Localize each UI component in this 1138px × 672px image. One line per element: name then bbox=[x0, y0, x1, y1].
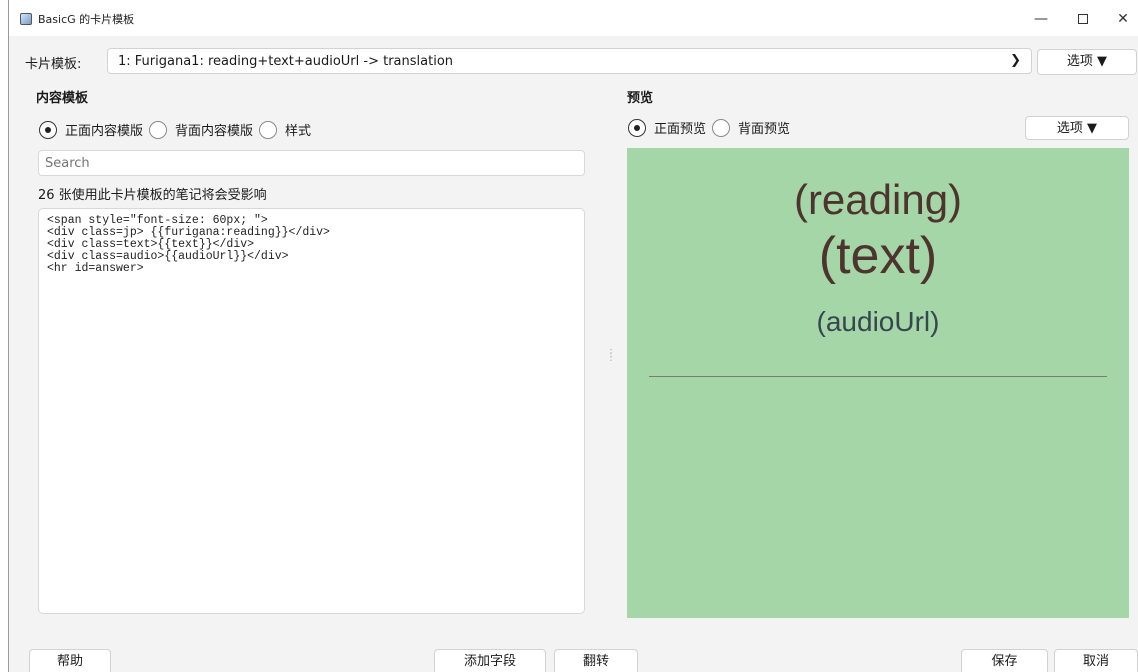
search-input[interactable] bbox=[38, 150, 585, 176]
window-title: BasicG 的卡片模板 bbox=[38, 13, 135, 26]
radio-back-template[interactable]: 背面内容模版 bbox=[149, 120, 253, 139]
splitter-handle[interactable]: ⋮ ⋮ bbox=[606, 349, 616, 368]
card-template-window: BasicG 的卡片模板 — ✕ 卡片模板: 1: Furigana1: rea… bbox=[9, 0, 1138, 672]
preview-audio: (audioUrl) bbox=[816, 306, 940, 337]
notes-affected-info: 26 张使用此卡片模板的笔记将会受影响 bbox=[38, 188, 267, 203]
chevron-down-icon: ❯ bbox=[1010, 53, 1021, 68]
radio-front-preview[interactable]: 正面预览 bbox=[628, 118, 706, 137]
title-bar: BasicG 的卡片模板 — ✕ bbox=[9, 0, 1138, 36]
radio-label: 背面预览 bbox=[738, 122, 791, 137]
radio-button[interactable] bbox=[712, 118, 731, 137]
template-code[interactable]: <span style="font-size: 60px; "> <div cl… bbox=[47, 215, 576, 275]
radio-front-template[interactable]: 正面内容模版 bbox=[39, 120, 143, 139]
maximize-button[interactable] bbox=[1068, 8, 1098, 30]
template-editor[interactable]: <span style="font-size: 60px; "> <div cl… bbox=[38, 208, 585, 614]
radio-button-checked[interactable] bbox=[628, 118, 646, 137]
answer-divider bbox=[649, 376, 1107, 377]
template-options-button[interactable]: 选项 ▼ bbox=[1037, 49, 1137, 75]
radio-label: 正面预览 bbox=[654, 122, 707, 137]
minimize-button[interactable]: — bbox=[1026, 8, 1056, 30]
app-icon bbox=[20, 13, 32, 25]
close-button[interactable]: ✕ bbox=[1108, 8, 1138, 30]
preview-options-button[interactable]: 选项 ▼ bbox=[1025, 116, 1129, 140]
help-button[interactable]: 帮助 bbox=[29, 649, 111, 672]
card-template-select[interactable]: 1: Furigana1: reading+text+audioUrl -> t… bbox=[107, 48, 1032, 74]
radio-back-preview[interactable]: 背面预览 bbox=[712, 118, 790, 137]
radio-button-checked[interactable] bbox=[39, 120, 57, 139]
content-template-heading: 内容模板 bbox=[36, 91, 89, 106]
radio-button[interactable] bbox=[149, 120, 168, 139]
card-preview: (reading) (text) (audioUrl) bbox=[627, 148, 1129, 618]
content-radio-group: 正面内容模版 背面内容模版 样式 bbox=[39, 120, 317, 139]
preview-reading: (reading) bbox=[793, 176, 963, 223]
card-template-selected: 1: Furigana1: reading+text+audioUrl -> t… bbox=[118, 54, 454, 69]
preview-text: (text) bbox=[818, 227, 938, 285]
card-template-label: 卡片模板: bbox=[25, 57, 82, 72]
add-field-button[interactable]: 添加字段 bbox=[434, 649, 546, 672]
radio-label: 样式 bbox=[285, 124, 312, 139]
flip-button[interactable]: 翻转 bbox=[554, 649, 638, 672]
save-button[interactable]: 保存 bbox=[961, 649, 1048, 672]
radio-button[interactable] bbox=[259, 120, 278, 139]
radio-styling[interactable]: 样式 bbox=[259, 120, 311, 139]
preview-radio-group: 正面预览 背面预览 bbox=[628, 118, 796, 137]
preview-heading: 预览 bbox=[627, 91, 654, 106]
cancel-button[interactable]: 取消 bbox=[1054, 649, 1138, 672]
maximize-icon bbox=[1078, 14, 1088, 24]
radio-label: 正面内容模版 bbox=[65, 124, 144, 139]
radio-label: 背面内容模版 bbox=[175, 124, 254, 139]
